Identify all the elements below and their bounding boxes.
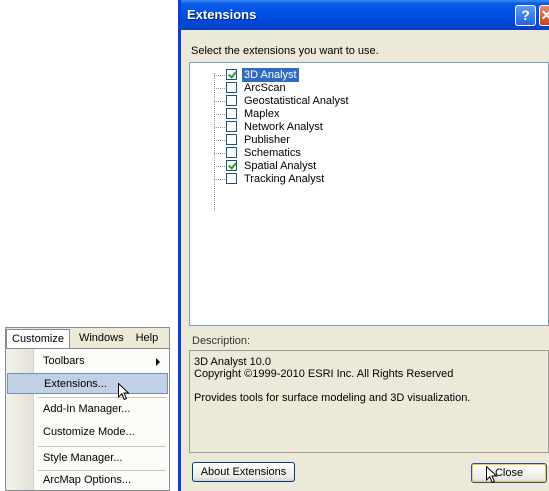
menu-item-toolbars[interactable]: Toolbars	[7, 351, 168, 372]
extension-row[interactable]: Geostatistical Analyst	[190, 95, 490, 108]
dialog-title: Extensions	[187, 7, 257, 22]
tree-connector	[214, 166, 225, 167]
menu-item-extensions[interactable]: Extensions...	[7, 373, 168, 394]
extension-checkbox[interactable]	[226, 108, 237, 119]
description-version: 3D Analyst 10.0	[194, 356, 272, 368]
dialog-prompt: Select the extensions you want to use.	[191, 45, 379, 57]
close-button[interactable]: Close	[471, 463, 547, 483]
menu-customize[interactable]: Customize	[6, 328, 70, 350]
description-label: Description:	[192, 335, 251, 347]
extension-checkbox[interactable]	[226, 147, 237, 158]
menu-separator	[38, 446, 166, 447]
menu-item-label: ArcMap Options...	[43, 474, 132, 486]
extension-checkbox[interactable]	[226, 95, 237, 106]
menu-item-style-manager[interactable]: Style Manager...	[7, 448, 168, 469]
extension-label: Schematics	[244, 147, 301, 159]
help-icon: ?	[521, 7, 530, 23]
close-icon: ✕	[540, 7, 549, 23]
submenu-arrow-icon	[156, 358, 160, 366]
menu-item-customize-mode[interactable]: Customize Mode...	[7, 422, 168, 443]
extension-row[interactable]: Publisher	[190, 134, 490, 147]
menu-item-label: Toolbars	[43, 355, 85, 367]
description-copyright: Copyright ©1999-2010 ESRI Inc. All Right…	[194, 368, 454, 380]
extension-row[interactable]: Maplex	[190, 108, 490, 121]
about-extensions-button[interactable]: About Extensions	[192, 462, 295, 482]
menu-item-label: Style Manager...	[43, 452, 123, 464]
tree-connector	[214, 140, 225, 141]
extension-checkbox[interactable]	[226, 69, 237, 80]
tree-connector	[214, 88, 225, 89]
extension-label: ArcScan	[244, 82, 286, 94]
extension-label: Publisher	[244, 134, 290, 146]
extension-label: 3D Analyst	[242, 68, 299, 82]
extension-row[interactable]: Tracking Analyst	[190, 173, 490, 186]
customize-menu-area: Customize Windows Help Toolbars Extensio…	[5, 327, 170, 491]
menu-separator	[38, 397, 166, 398]
tree-connector	[214, 101, 225, 102]
menu-windows[interactable]: Windows	[74, 329, 129, 348]
menu-item-label: Extensions...	[44, 378, 107, 390]
extension-row[interactable]: 3D Analyst	[190, 68, 490, 82]
extension-label: Tracking Analyst	[244, 173, 325, 185]
extension-checkbox[interactable]	[226, 82, 237, 93]
extension-label: Geostatistical Analyst	[244, 95, 349, 107]
menu-item-arcmap-options[interactable]: ArcMap Options...	[7, 470, 168, 491]
extensions-dialog: Extensions ? ✕ Select the extensions you…	[178, 0, 549, 491]
extension-checkbox[interactable]	[226, 160, 237, 171]
dialog-titlebar[interactable]: Extensions ? ✕	[181, 0, 549, 30]
description-box: 3D Analyst 10.0 Copyright ©1999-2010 ESR…	[189, 350, 549, 453]
menu-bar: Customize Windows Help	[5, 327, 170, 350]
menu-item-label: Customize Mode...	[43, 426, 135, 438]
description-text: Provides tools for surface modeling and …	[194, 392, 471, 404]
title-close-button[interactable]: ✕	[539, 5, 549, 26]
extension-label: Network Analyst	[244, 121, 323, 133]
mouse-pointer-icon	[118, 383, 130, 401]
tree-connector	[214, 127, 225, 128]
menu-item-label: Add-In Manager...	[43, 403, 131, 415]
extension-row[interactable]: Network Analyst	[190, 121, 490, 134]
tree-connector	[214, 114, 225, 115]
extension-checkbox[interactable]	[226, 134, 237, 145]
extension-label: Spatial Analyst	[244, 160, 317, 172]
mouse-pointer-icon	[486, 466, 498, 484]
extension-row[interactable]: Schematics	[190, 147, 490, 160]
help-button[interactable]: ?	[515, 5, 536, 26]
extension-checkbox[interactable]	[226, 121, 237, 132]
menu-item-add-in-manager[interactable]: Add-In Manager...	[7, 399, 168, 420]
customize-dropdown: Toolbars Extensions... Add-In Manager...…	[5, 348, 170, 491]
extension-label: Maplex	[244, 108, 280, 120]
menu-help[interactable]: Help	[131, 329, 164, 348]
extension-row[interactable]: Spatial Analyst	[190, 160, 490, 173]
tree-connector	[214, 153, 225, 154]
extension-checkbox[interactable]	[226, 173, 237, 184]
tree-connector	[214, 179, 225, 180]
tree-connector	[214, 75, 225, 76]
extensions-list[interactable]: 3D Analyst ArcScan Geostatistical Analyst M…	[189, 62, 549, 326]
